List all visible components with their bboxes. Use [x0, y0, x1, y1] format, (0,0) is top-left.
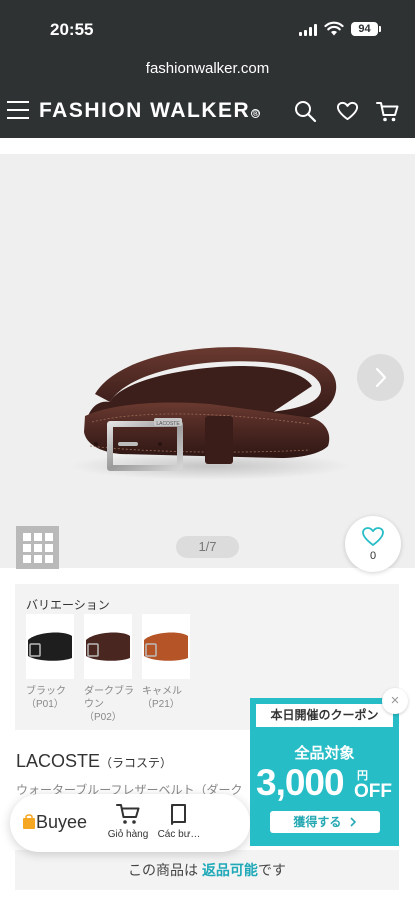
coupon-unit: 円 OFF: [354, 767, 392, 802]
cart-icon: [116, 804, 140, 824]
return-highlight: 返品可能: [201, 862, 258, 878]
variation-label: キャメル（P21）: [142, 686, 182, 710]
menu-icon[interactable]: [7, 101, 29, 121]
logo-mark: ®: [251, 109, 261, 118]
site-logo[interactable]: FASHION WALKER ®: [39, 99, 261, 123]
buyee-guide-button[interactable]: Các bư…: [153, 802, 205, 840]
product-image-gallery[interactable]: LACOSTE 1/7 0: [0, 154, 415, 572]
chevron-right-icon: [375, 367, 387, 388]
brand-text: LACOSTE: [16, 751, 101, 771]
book-icon: [171, 804, 186, 825]
coupon-off: OFF: [354, 781, 392, 802]
buyee-toolbar: Buyee Giỏ hàng Các bư…: [10, 794, 250, 852]
product-image: LACOSTE: [70, 347, 350, 480]
variation-swatch-black[interactable]: [26, 614, 74, 679]
brand-kana: （ラコステ）: [100, 756, 173, 770]
return-prefix: この商品は: [128, 862, 202, 878]
browser-url-bar[interactable]: fashionwalker.com: [0, 56, 415, 86]
logo-text: FASHION WALKER: [39, 99, 251, 122]
belt-thumbnail: [144, 632, 188, 661]
site-header: FASHION WALKER ®: [0, 86, 415, 138]
signal-icon: [299, 24, 317, 36]
coupon-banner[interactable]: 本日開催のクーポン × 全品対象 3,000 円 OFF 獲得する: [250, 688, 408, 846]
belt-thumbnail: [28, 632, 72, 661]
return-notice: この商品は 返品可能です: [15, 850, 399, 890]
buyee-guide-label: Các bư…: [157, 829, 201, 840]
return-suffix: です: [257, 862, 286, 878]
coupon-get-button[interactable]: 獲得する: [270, 811, 380, 833]
coupon-close-button[interactable]: ×: [382, 688, 408, 714]
status-time: 20:55: [50, 20, 94, 39]
buyee-logo[interactable]: Buyee: [22, 812, 87, 833]
favorite-count: 0: [369, 550, 377, 562]
buyee-cart-button[interactable]: Giỏ hàng: [102, 802, 154, 840]
next-image-button[interactable]: [357, 354, 404, 401]
brand-name[interactable]: LACOSTE（ラコステ）: [16, 751, 172, 772]
favorite-button[interactable]: 0: [345, 516, 401, 572]
status-bar: 20:55 94: [0, 0, 415, 56]
battery-icon: 94: [351, 22, 381, 36]
heart-icon[interactable]: [336, 100, 359, 123]
heart-outline-icon: [362, 527, 384, 546]
belt-thumbnail: [86, 632, 130, 661]
image-counter: 1/7: [176, 536, 239, 558]
variation-label: ダークブラウン（P02）: [84, 686, 134, 723]
buyee-cart-label: Giỏ hàng: [107, 829, 149, 840]
product-page: LACOSTE 1/7 0 バリエーション ブラック（P01） ダークブラウン（…: [0, 138, 415, 899]
breadcrumb: [14, 138, 214, 148]
variation-swatch-dark-brown[interactable]: [84, 614, 132, 679]
coupon-heading: 本日開催のクーポン: [256, 704, 393, 727]
search-icon[interactable]: [294, 100, 317, 123]
chevron-right-icon: [350, 817, 356, 827]
buyee-logo-text: Buyee: [36, 812, 88, 832]
coupon-subtitle: 全品対象: [294, 745, 355, 762]
cart-icon[interactable]: [376, 100, 400, 123]
wifi-icon: [324, 21, 344, 36]
buyee-bag-icon: [23, 814, 35, 829]
variation-label: ブラック（P01）: [26, 686, 66, 710]
variation-title: バリエーション: [26, 598, 110, 612]
svg-text:LACOSTE: LACOSTE: [156, 421, 180, 427]
url-text: fashionwalker.com: [145, 60, 270, 77]
grid-view-button[interactable]: [16, 526, 59, 569]
coupon-amount: 3,000: [256, 762, 345, 803]
coupon-get-label: 獲得する: [293, 815, 342, 829]
variation-swatch-camel[interactable]: [142, 614, 190, 679]
